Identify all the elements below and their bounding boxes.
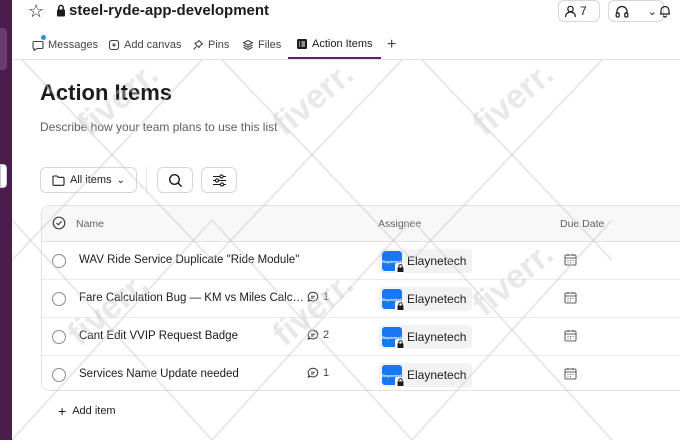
workspace-sidebar-edge	[0, 0, 12, 440]
stack-icon	[242, 39, 254, 51]
tab-label: Pins	[208, 38, 230, 51]
plus-icon: +	[387, 35, 397, 53]
search-icon	[168, 173, 182, 187]
avatar: Elaynetech	[381, 327, 405, 349]
avatar: Elaynetech	[381, 289, 405, 311]
channel-view: ☆ steel-ryde-app-development 7 ⌄ Message…	[12, 0, 680, 440]
item-name[interactable]: Fare Calculation Bug — KM vs Miles Calcu…	[79, 291, 307, 305]
table-row[interactable]: Fare Calculation Bug — KM vs Miles Calcu…	[42, 280, 680, 318]
column-header-name[interactable]: Name	[76, 218, 104, 230]
view-filter-dropdown[interactable]: All items ⌄	[40, 167, 137, 193]
tab-add-canvas[interactable]: Add canvas	[108, 30, 181, 59]
table-row[interactable]: WAV Ride Service Duplicate "Ride Module"…	[42, 242, 680, 280]
channel-name[interactable]: steel-ryde-app-development	[69, 2, 269, 20]
assignee-chip[interactable]: Elaynetech Elaynetech	[379, 249, 472, 273]
check-circle-icon[interactable]	[52, 216, 66, 230]
tab-label: Files	[258, 38, 282, 51]
list-icon	[296, 38, 308, 50]
column-header-due-date[interactable]: Due Date	[560, 218, 604, 230]
complete-checkbox[interactable]	[52, 292, 66, 306]
person-icon	[564, 5, 577, 17]
complete-checkbox[interactable]	[52, 254, 66, 268]
chevron-down-icon: ⌄	[116, 174, 125, 186]
calendar-icon[interactable]	[564, 291, 577, 304]
complete-checkbox[interactable]	[52, 330, 66, 344]
item-name[interactable]: Services Name Update needed	[79, 367, 307, 381]
tab-action-items[interactable]: Action Items	[288, 30, 381, 59]
add-item-label: Add item	[72, 405, 116, 417]
comment-icon	[307, 367, 319, 379]
action-items-table: Name Assignee Due Date WAV Ride Service …	[41, 205, 680, 391]
member-count: 7	[580, 4, 587, 18]
avatar: Elaynetech	[381, 251, 405, 273]
message-bubble-icon	[32, 39, 44, 51]
tab-label: Add canvas	[124, 38, 182, 51]
channel-header: ☆ steel-ryde-app-development 7 ⌄	[12, 0, 680, 26]
sidebar-chip-active	[0, 164, 7, 188]
watermark: fiverr.	[265, 54, 361, 144]
assignee-chip[interactable]: Elaynetech Elaynetech	[379, 287, 472, 311]
search-button[interactable]	[157, 167, 193, 193]
lock-icon	[395, 301, 405, 311]
item-name[interactable]: WAV Ride Service Duplicate "Ride Module"	[79, 253, 307, 267]
pin-icon	[192, 39, 204, 51]
filter-settings-button[interactable]	[201, 167, 237, 193]
assignee-name: Elaynetech	[407, 368, 467, 382]
assignee-name: Elaynetech	[407, 292, 467, 306]
comment-icon	[307, 291, 319, 303]
calendar-icon[interactable]	[564, 367, 577, 380]
headphones-icon	[615, 5, 629, 18]
table-row[interactable]: Services Name Update needed 1 Elaynetech…	[42, 356, 680, 390]
assignee-name: Elaynetech	[407, 254, 467, 268]
complete-checkbox[interactable]	[52, 368, 66, 382]
comment-icon	[307, 329, 319, 341]
column-header-assignee[interactable]: Assignee	[378, 218, 421, 230]
tab-label: Messages	[48, 38, 99, 51]
calendar-icon[interactable]	[564, 253, 577, 266]
assignee-name: Elaynetech	[407, 330, 467, 344]
channel-tabs: Messages Add canvas Pins Files Action It…	[12, 30, 680, 60]
add-item-button[interactable]: + Add item	[58, 403, 116, 419]
lock-icon	[395, 339, 405, 349]
item-name[interactable]: Cant Edit VVIP Request Badge	[79, 329, 307, 343]
comment-count[interactable]: 1	[307, 291, 329, 303]
page-title: Action Items	[40, 80, 173, 105]
table-header: Name Assignee Due Date	[42, 206, 680, 242]
assignee-chip[interactable]: Elaynetech Elaynetech	[379, 325, 472, 349]
lock-icon	[57, 4, 65, 17]
tab-files[interactable]: Files	[242, 30, 281, 59]
watermark: fiverr.	[465, 54, 561, 144]
calendar-icon[interactable]	[564, 329, 577, 342]
assignee-chip[interactable]: Elaynetech Elaynetech	[379, 363, 472, 387]
filter-label: All items	[70, 174, 112, 186]
sliders-icon	[212, 173, 226, 187]
plus-icon: +	[58, 403, 67, 419]
canvas-icon	[108, 39, 120, 51]
bell-icon	[660, 5, 670, 18]
lock-icon	[395, 263, 405, 273]
notification-settings-button[interactable]	[650, 0, 680, 22]
folder-icon	[52, 174, 65, 186]
tab-label: Action Items	[312, 37, 373, 50]
members-button[interactable]: 7	[558, 0, 600, 22]
unread-dot	[41, 35, 46, 40]
comment-count[interactable]: 2	[307, 329, 329, 341]
table-row[interactable]: Cant Edit VVIP Request Badge 2 Elaynetec…	[42, 318, 680, 356]
avatar: Elaynetech	[381, 365, 405, 387]
add-tab-button[interactable]: +	[387, 30, 396, 59]
tab-pins[interactable]: Pins	[192, 30, 229, 59]
star-icon[interactable]: ☆	[28, 1, 44, 21]
sidebar-chip	[0, 28, 7, 70]
comment-count[interactable]: 1	[307, 367, 329, 379]
lock-icon	[395, 377, 405, 387]
page-description[interactable]: Describe how your team plans to use this…	[40, 120, 277, 134]
toolbar-divider	[146, 167, 147, 193]
